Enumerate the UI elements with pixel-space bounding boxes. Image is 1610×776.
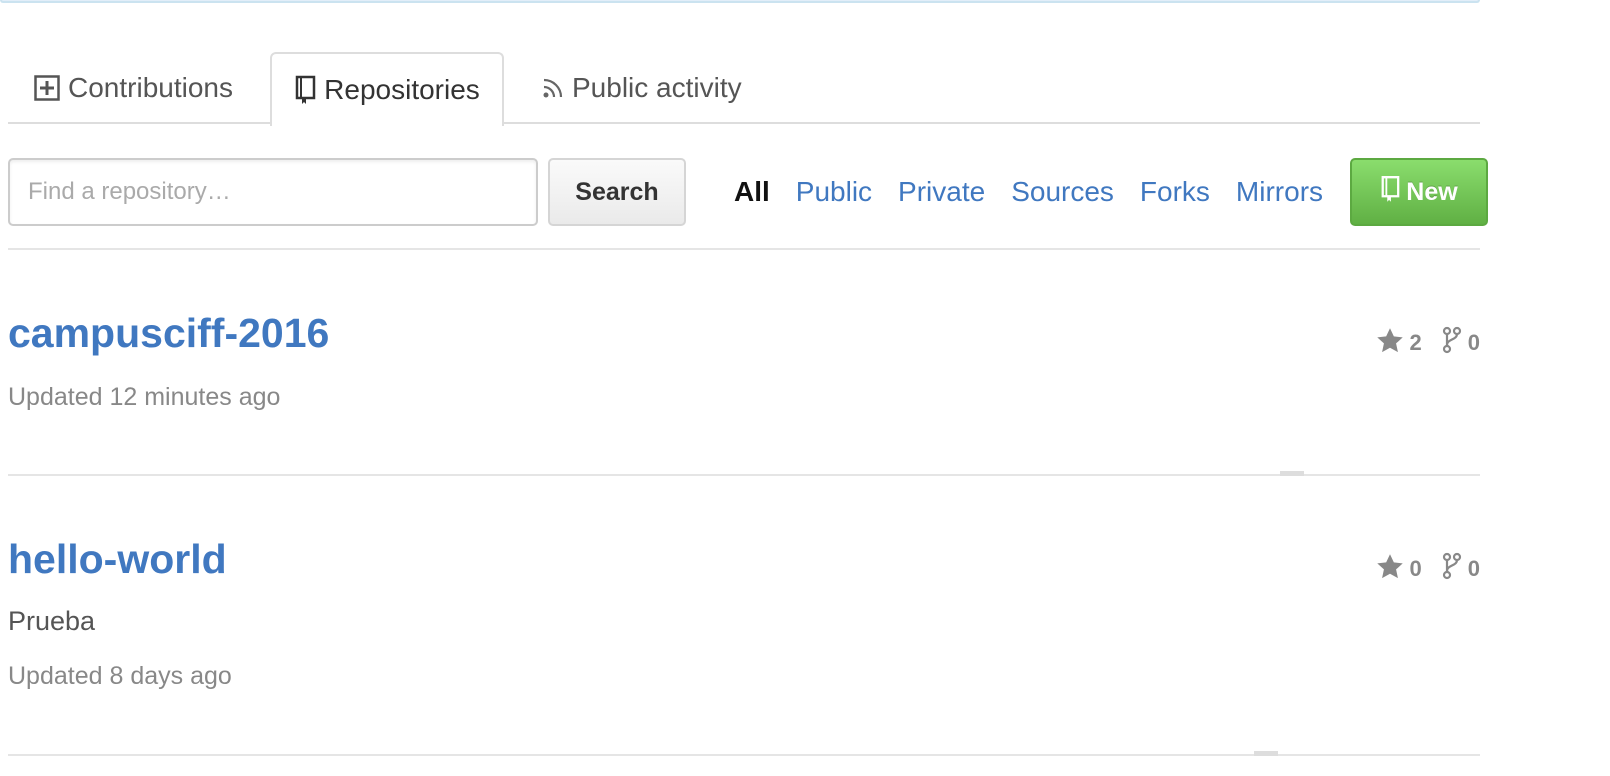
stargazers-link[interactable]: 0 bbox=[1376, 553, 1422, 586]
repo-updated-time: Updated 12 minutes ago bbox=[8, 383, 281, 411]
tab-public-activity[interactable]: Public activity bbox=[542, 52, 742, 124]
repo-name-link[interactable]: hello-world bbox=[8, 536, 227, 583]
tab-label: Repositories bbox=[324, 74, 480, 105]
repo-book-icon bbox=[1380, 175, 1400, 210]
repo-filter-bar: Search All Public Private Sources Forks … bbox=[8, 158, 1488, 250]
rss-icon bbox=[542, 77, 564, 99]
tab-repositories[interactable]: Repositories bbox=[270, 52, 504, 126]
tab-label: Contributions bbox=[68, 72, 233, 103]
new-button-label: New bbox=[1406, 177, 1458, 206]
repo-type-filters: All Public Private Sources Forks Mirrors bbox=[734, 158, 1323, 226]
fork-icon bbox=[1442, 552, 1462, 586]
filter-public[interactable]: Public bbox=[796, 176, 872, 208]
flash-banner-edge bbox=[0, 0, 1480, 3]
search-button[interactable]: Search bbox=[548, 158, 686, 226]
filter-all[interactable]: All bbox=[734, 176, 770, 208]
repo-stats: 0 0 bbox=[1376, 552, 1480, 586]
plus-square-icon bbox=[34, 75, 60, 101]
repo-activity-graph bbox=[1254, 751, 1278, 756]
tab-contributions[interactable]: Contributions bbox=[34, 52, 233, 124]
fork-count: 0 bbox=[1467, 556, 1480, 581]
star-count: 0 bbox=[1409, 556, 1422, 581]
repo-updated-time: Updated 8 days ago bbox=[8, 662, 232, 690]
filter-mirrors[interactable]: Mirrors bbox=[1236, 176, 1323, 208]
filter-private[interactable]: Private bbox=[898, 176, 985, 208]
tab-label: Public activity bbox=[572, 72, 742, 103]
repo-stats: 2 0 bbox=[1376, 326, 1480, 360]
star-icon bbox=[1376, 327, 1404, 360]
repo-name-link[interactable]: campusciff-2016 bbox=[8, 310, 329, 357]
repo-list-item: hello-world Prueba Updated 8 days ago 0 … bbox=[8, 476, 1480, 756]
new-repository-button[interactable]: New bbox=[1350, 158, 1488, 226]
forks-link[interactable]: 0 bbox=[1442, 552, 1480, 586]
star-count: 2 bbox=[1409, 330, 1422, 355]
filter-sources[interactable]: Sources bbox=[1011, 176, 1114, 208]
repo-description: Prueba bbox=[8, 606, 96, 636]
star-icon bbox=[1376, 553, 1404, 586]
repo-book-icon bbox=[294, 75, 316, 105]
find-repository-input[interactable] bbox=[8, 158, 538, 226]
fork-icon bbox=[1442, 326, 1462, 360]
repo-list-item: campusciff-2016 Updated 12 minutes ago 2… bbox=[8, 250, 1480, 476]
fork-count: 0 bbox=[1467, 330, 1480, 355]
filter-forks[interactable]: Forks bbox=[1140, 176, 1210, 208]
profile-tabs: Contributions Repositories Public activi… bbox=[8, 52, 1480, 126]
forks-link[interactable]: 0 bbox=[1442, 326, 1480, 360]
stargazers-link[interactable]: 2 bbox=[1376, 327, 1422, 360]
